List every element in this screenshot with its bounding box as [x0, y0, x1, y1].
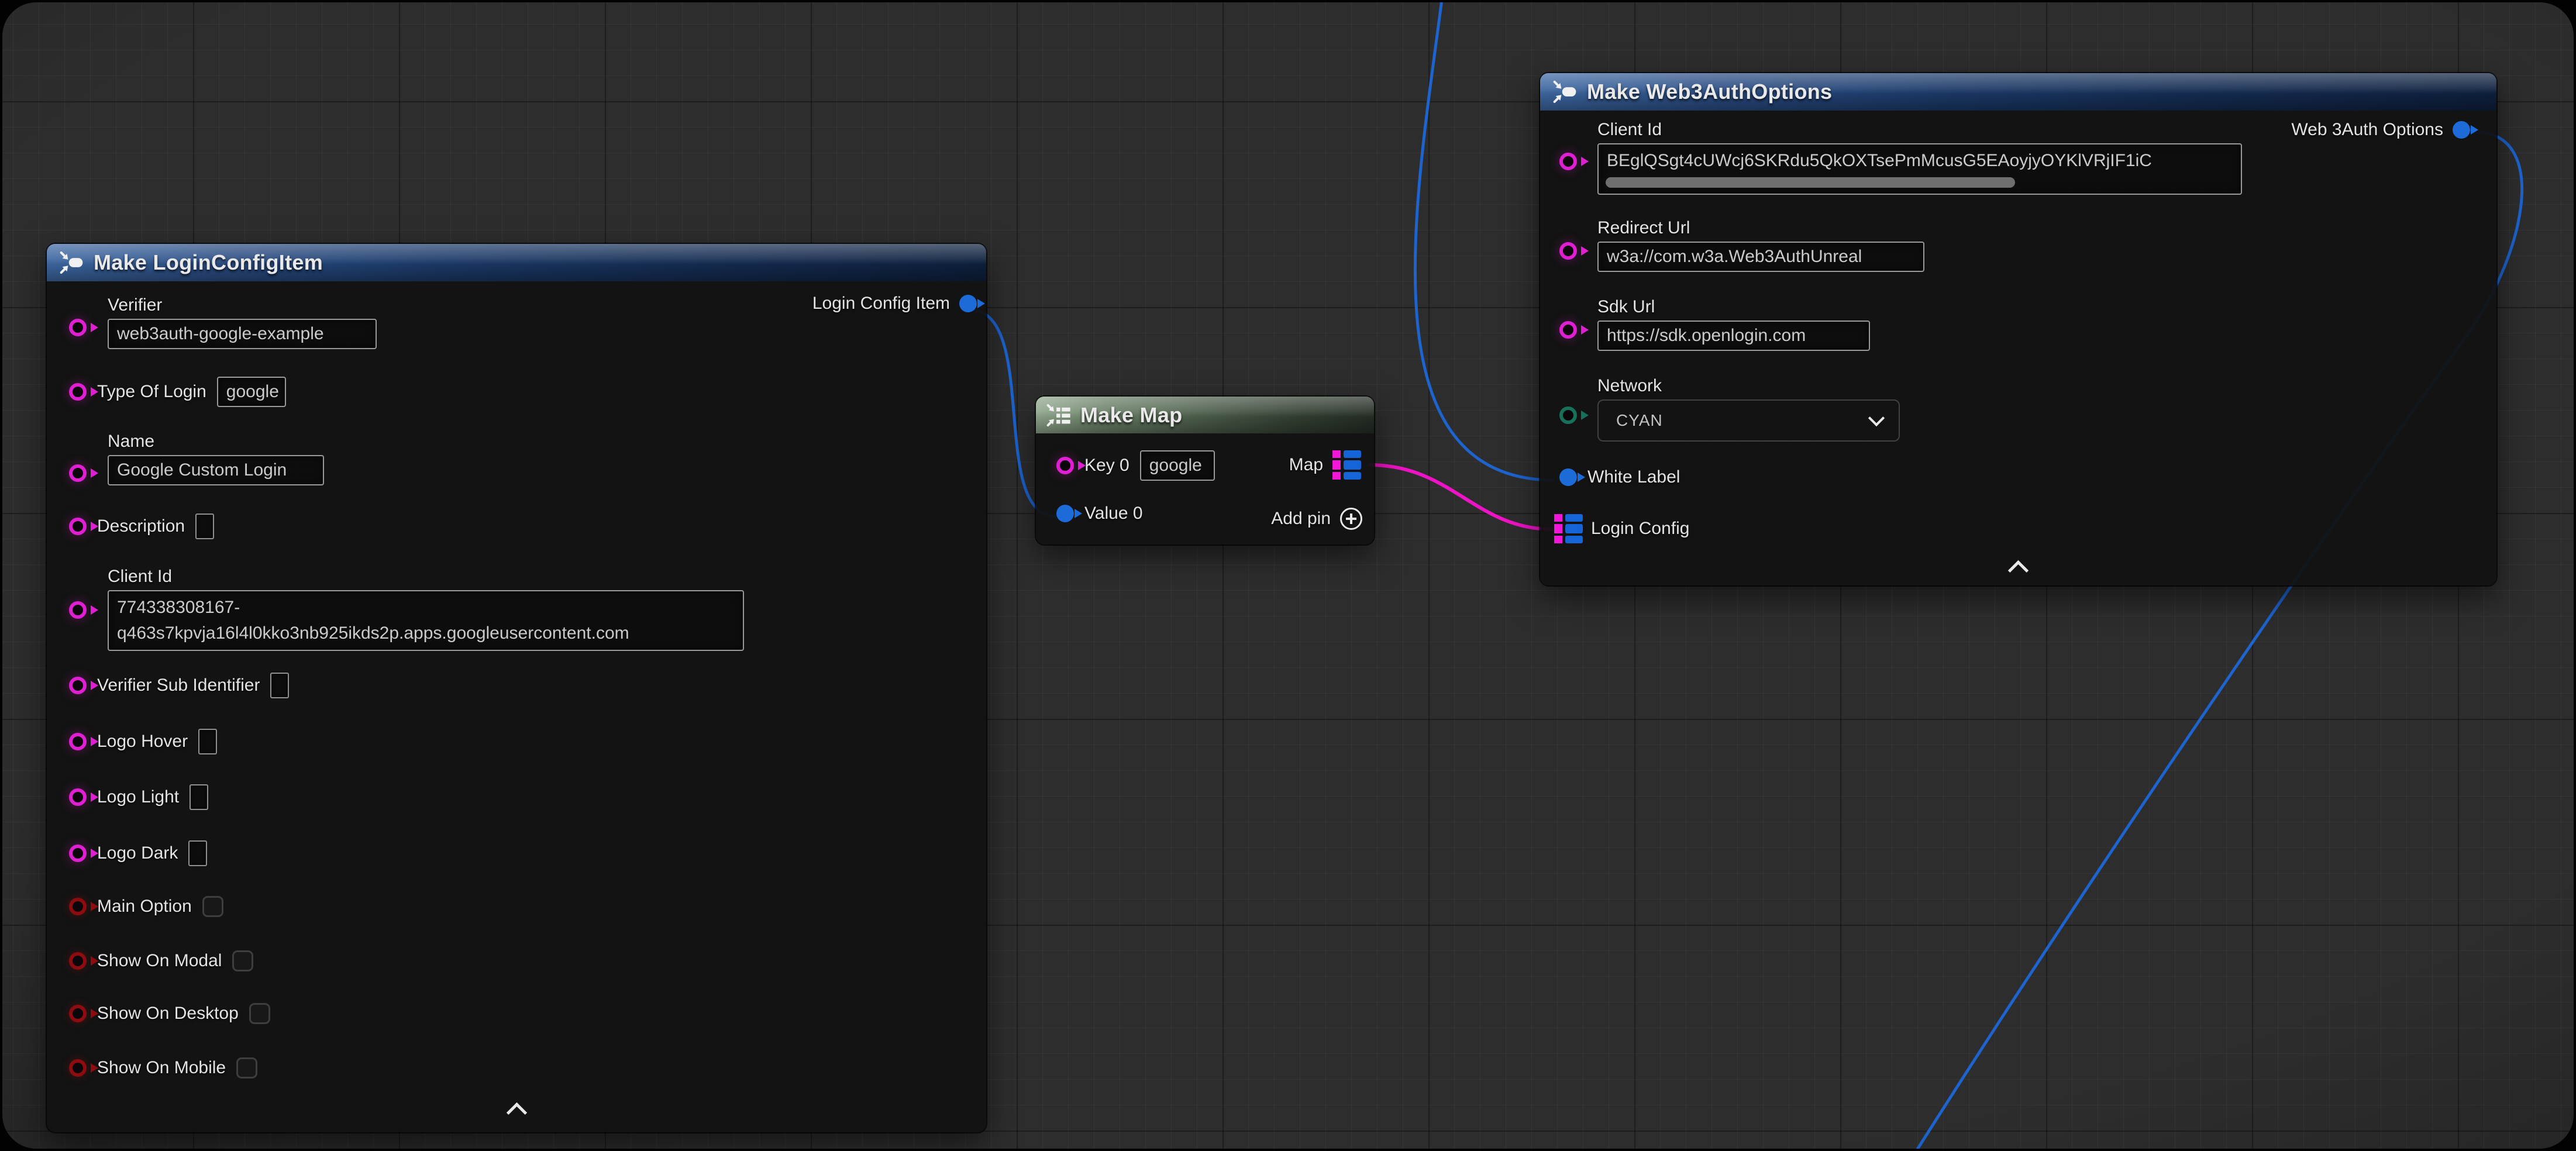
pin-key-0[interactable]: [1056, 457, 1074, 474]
key-0-input[interactable]: google: [1140, 450, 1215, 481]
map-pin-icon[interactable]: [1554, 514, 1583, 543]
verifier-input[interactable]: web3auth-google-example: [108, 319, 377, 349]
client-id-input[interactable]: BEglQSgt4cUWcj6SKRdu5QkOXTsePmMcusG5EAoy…: [1597, 143, 2242, 195]
pin-network[interactable]: [1559, 406, 1577, 424]
row-logo-dark: Logo Dark: [69, 840, 207, 866]
output-login-config-item: Login Config Item: [812, 294, 977, 313]
field-client-id: Client Id BEglQSgt4cUWcj6SKRdu5QkOXTsePm…: [1597, 120, 2242, 195]
make-struct-icon: [1553, 80, 1578, 104]
logo-light-input[interactable]: [190, 784, 208, 810]
wire-offscreen-to-white-label[interactable]: [1415, 2, 1554, 480]
row-logo-hover: Logo Hover: [69, 729, 217, 754]
pin-logo-hover[interactable]: [69, 733, 87, 750]
field-client-id: Client Id 774338308167-q463s7kpvja16l4l0…: [108, 567, 744, 651]
description-input[interactable]: [195, 514, 214, 539]
pin-description[interactable]: [69, 518, 87, 535]
pin-main-option[interactable]: [69, 898, 87, 915]
node-collapse-control[interactable]: [1540, 563, 2496, 578]
field-name: Name Google Custom Login: [108, 432, 324, 485]
node-make-map[interactable]: Make Map Key 0 google Map Value 0: [1036, 397, 1374, 545]
network-dropdown[interactable]: CYAN: [1597, 399, 1900, 442]
node-header[interactable]: Make LoginConfigItem: [47, 244, 986, 281]
show-on-desktop-checkbox[interactable]: [249, 1003, 270, 1024]
graph-grid-background[interactable]: Make LoginConfigItem Login Config Item V…: [2, 2, 2574, 1149]
collapse-chevron-icon: [506, 1102, 526, 1123]
node-header[interactable]: Make Web3AuthOptions: [1540, 73, 2496, 111]
make-map-icon: [1046, 403, 1071, 428]
field-sdk-url: Sdk Url https://sdk.openlogin.com: [1597, 297, 1870, 351]
show-on-mobile-checkbox[interactable]: [236, 1057, 257, 1078]
main-option-checkbox[interactable]: [202, 896, 223, 917]
blueprint-graph-canvas[interactable]: Make LoginConfigItem Login Config Item V…: [0, 0, 2576, 1151]
pin-show-on-modal[interactable]: [69, 952, 87, 970]
node-make-loginconfigitem[interactable]: Make LoginConfigItem Login Config Item V…: [47, 244, 986, 1132]
pin-web3auth-options-output[interactable]: [2453, 121, 2470, 139]
name-input[interactable]: Google Custom Login: [108, 455, 324, 485]
output-web3auth-options: Web 3Auth Options: [2291, 120, 2470, 140]
output-pin-label: Web 3Auth Options: [2291, 120, 2443, 140]
pin-logo-dark[interactable]: [69, 845, 87, 862]
field-network: Network CYAN: [1597, 376, 1900, 442]
client-id-input[interactable]: 774338308167-q463s7kpvja16l4l0kko3nb925i…: [108, 590, 744, 651]
show-on-modal-checkbox[interactable]: [232, 950, 253, 971]
horizontal-scrollbar[interactable]: [1606, 177, 2015, 188]
add-pin-button[interactable]: Add pin: [1271, 508, 1362, 530]
row-show-on-mobile: Show On Mobile: [69, 1057, 257, 1078]
pin-logo-light[interactable]: [69, 788, 87, 806]
field-redirect-url: Redirect Url w3a://com.w3a.Web3AuthUnrea…: [1597, 218, 1924, 272]
sdk-url-input[interactable]: https://sdk.openlogin.com: [1597, 321, 1870, 351]
chevron-down-icon: [1868, 410, 1885, 426]
pin-show-on-mobile[interactable]: [69, 1059, 87, 1077]
pin-sdk-url[interactable]: [1559, 321, 1577, 339]
pin-name[interactable]: [69, 464, 87, 482]
pin-white-label[interactable]: [1559, 468, 1577, 486]
node-title: Make LoginConfigItem: [94, 250, 323, 275]
add-pin-icon: [1340, 508, 1362, 530]
pin-show-on-desktop[interactable]: [69, 1005, 87, 1022]
node-header[interactable]: Make Map: [1036, 397, 1374, 433]
row-key-0: Key 0 google: [1056, 450, 1215, 481]
node-make-web3authoptions[interactable]: Make Web3AuthOptions Web 3Auth Options C…: [1540, 73, 2496, 585]
output-pin-label: Login Config Item: [812, 294, 950, 313]
logo-hover-input[interactable]: [198, 729, 217, 754]
node-title: Make Web3AuthOptions: [1587, 80, 1832, 104]
wire-map-to-login-config[interactable]: [1370, 465, 1552, 529]
row-white-label: White Label: [1559, 467, 1680, 487]
verifier-sub-identifier-input[interactable]: [270, 673, 289, 698]
redirect-url-input[interactable]: w3a://com.w3a.Web3AuthUnreal: [1597, 242, 1924, 272]
collapse-chevron-icon: [2008, 560, 2029, 581]
row-logo-light: Logo Light: [69, 784, 208, 810]
row-show-on-modal: Show On Modal: [69, 950, 253, 971]
row-login-config: Login Config: [1554, 514, 1689, 543]
row-value-0: Value 0: [1056, 504, 1143, 523]
map-pin-icon[interactable]: [1332, 450, 1361, 480]
row-type-of-login: Type Of Login google: [69, 377, 286, 407]
pin-type-of-login[interactable]: [69, 383, 87, 401]
row-description: Description: [69, 514, 214, 539]
field-verifier: Verifier web3auth-google-example: [108, 295, 377, 349]
pin-verifier[interactable]: [69, 319, 87, 336]
make-struct-icon: [60, 250, 84, 275]
pin-login-config-item-output[interactable]: [959, 295, 977, 312]
pin-redirect-url[interactable]: [1559, 242, 1577, 260]
pin-verifier-sub-identifier[interactable]: [69, 677, 87, 694]
pin-value-0[interactable]: [1056, 505, 1074, 522]
node-collapse-control[interactable]: [47, 1105, 986, 1120]
logo-dark-input[interactable]: [188, 840, 207, 866]
row-verifier-sub-identifier: Verifier Sub Identifier: [69, 673, 289, 698]
output-map: Map: [1289, 450, 1361, 480]
row-main-option: Main Option: [69, 896, 223, 917]
row-show-on-desktop: Show On Desktop: [69, 1003, 270, 1024]
pin-client-id[interactable]: [69, 601, 87, 619]
type-of-login-input[interactable]: google: [217, 377, 286, 407]
node-title: Make Map: [1080, 403, 1182, 428]
pin-client-id[interactable]: [1559, 153, 1577, 170]
